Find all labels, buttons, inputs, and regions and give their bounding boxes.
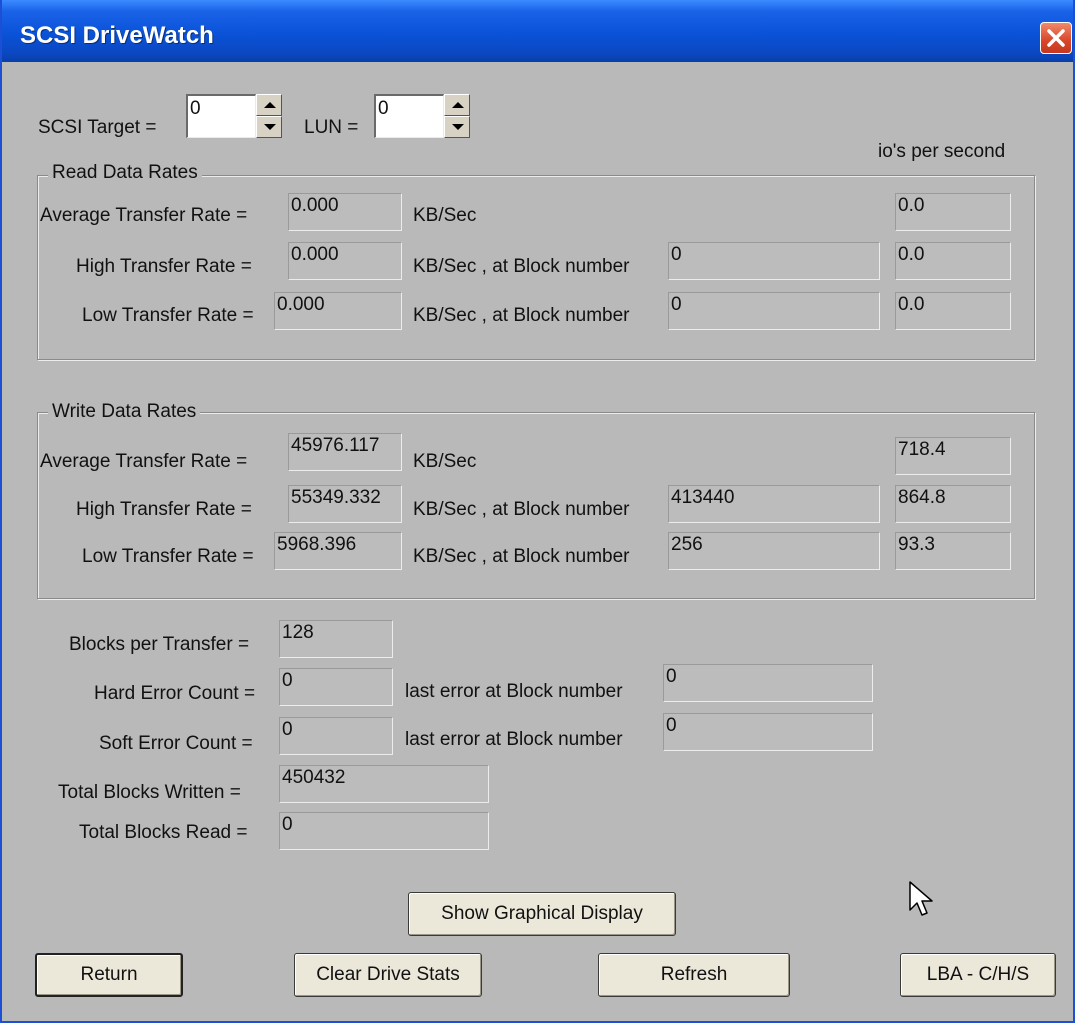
close-icon xyxy=(1047,29,1065,47)
hard-error-label: Hard Error Count = xyxy=(94,683,256,704)
spin-up-arrow-icon xyxy=(452,102,464,108)
write-avg-rate: 45976.117 xyxy=(288,433,402,471)
drivewatch-window: SCSI DriveWatch SCSI Target = 0 LUN = 0 … xyxy=(0,0,1075,1023)
read-low-block: 0 xyxy=(668,292,880,330)
write-low-unit: KB/Sec , at Block number xyxy=(413,546,630,567)
write-high-label: High Transfer Rate = xyxy=(76,499,252,520)
lun-up-button[interactable] xyxy=(444,94,470,116)
blocks-per-transfer-label: Blocks per Transfer = xyxy=(69,634,250,655)
soft-error-count: 0 xyxy=(279,717,393,755)
read-high-ios: 0.0 xyxy=(895,242,1011,280)
lun-label: LUN = xyxy=(304,117,359,138)
lun-down-button[interactable] xyxy=(444,116,470,138)
scsi-target-spinner[interactable] xyxy=(256,94,282,138)
read-high-rate: 0.000 xyxy=(288,242,402,280)
read-low-ios: 0.0 xyxy=(895,292,1011,330)
lun-spinner[interactable] xyxy=(444,94,470,138)
write-avg-ios: 718.4 xyxy=(895,437,1011,475)
lba-chs-button[interactable]: LBA - C/H/S xyxy=(900,953,1056,997)
total-written-label: Total Blocks Written = xyxy=(58,782,241,803)
write-low-ios: 93.3 xyxy=(895,532,1011,570)
spin-down-arrow-icon xyxy=(452,124,464,130)
write-high-unit: KB/Sec , at Block number xyxy=(413,499,630,520)
lun-input[interactable]: 0 xyxy=(374,94,444,138)
read-low-unit: KB/Sec , at Block number xyxy=(413,305,630,326)
refresh-button[interactable]: Refresh xyxy=(598,953,790,997)
hard-last-error-label: last error at Block number xyxy=(405,681,623,702)
read-high-label: High Transfer Rate = xyxy=(76,256,252,277)
write-low-rate: 5968.396 xyxy=(274,532,402,570)
hard-error-count: 0 xyxy=(279,668,393,706)
clear-drive-stats-button[interactable]: Clear Drive Stats xyxy=(294,953,482,997)
total-blocks-written: 450432 xyxy=(279,765,489,803)
mouse-pointer-icon xyxy=(909,881,933,916)
close-button[interactable] xyxy=(1040,22,1072,54)
scsi-target-down-button[interactable] xyxy=(256,116,282,138)
spin-down-arrow-icon xyxy=(264,124,276,130)
read-high-unit: KB/Sec , at Block number xyxy=(413,256,630,277)
read-low-rate: 0.000 xyxy=(274,292,402,330)
read-high-block: 0 xyxy=(668,242,880,280)
write-low-block: 256 xyxy=(668,532,880,570)
read-avg-unit: KB/Sec xyxy=(413,205,477,226)
total-read-label: Total Blocks Read = xyxy=(79,822,248,843)
scsi-target-label: SCSI Target = xyxy=(38,117,157,138)
read-avg-ios: 0.0 xyxy=(895,193,1011,231)
write-avg-label: Average Transfer Rate = xyxy=(40,451,248,472)
soft-last-error-block: 0 xyxy=(663,713,873,751)
read-avg-label: Average Transfer Rate = xyxy=(40,205,248,226)
read-data-rates-legend: Read Data Rates xyxy=(48,162,202,184)
write-avg-unit: KB/Sec xyxy=(413,451,477,472)
total-blocks-read: 0 xyxy=(279,812,489,850)
write-high-block: 413440 xyxy=(668,485,880,523)
ios-per-second-header: io's per second xyxy=(878,141,1006,162)
soft-error-label: Soft Error Count = xyxy=(99,733,253,754)
write-high-ios: 864.8 xyxy=(895,485,1011,523)
scsi-target-up-button[interactable] xyxy=(256,94,282,116)
scsi-target-input[interactable]: 0 xyxy=(186,94,256,138)
write-data-rates-legend: Write Data Rates xyxy=(48,401,201,423)
window-title: SCSI DriveWatch xyxy=(20,22,214,49)
blocks-per-transfer-value: 128 xyxy=(279,620,393,658)
read-avg-rate: 0.000 xyxy=(288,193,402,231)
return-button[interactable]: Return xyxy=(35,953,183,997)
spin-up-arrow-icon xyxy=(264,102,276,108)
read-low-label: Low Transfer Rate = xyxy=(82,305,254,326)
hard-last-error-block: 0 xyxy=(663,664,873,702)
show-graphical-display-button[interactable]: Show Graphical Display xyxy=(408,892,676,936)
write-high-rate: 55349.332 xyxy=(288,485,402,523)
write-low-label: Low Transfer Rate = xyxy=(82,546,254,567)
soft-last-error-label: last error at Block number xyxy=(405,729,623,750)
title-bar[interactable]: SCSI DriveWatch xyxy=(2,0,1073,62)
